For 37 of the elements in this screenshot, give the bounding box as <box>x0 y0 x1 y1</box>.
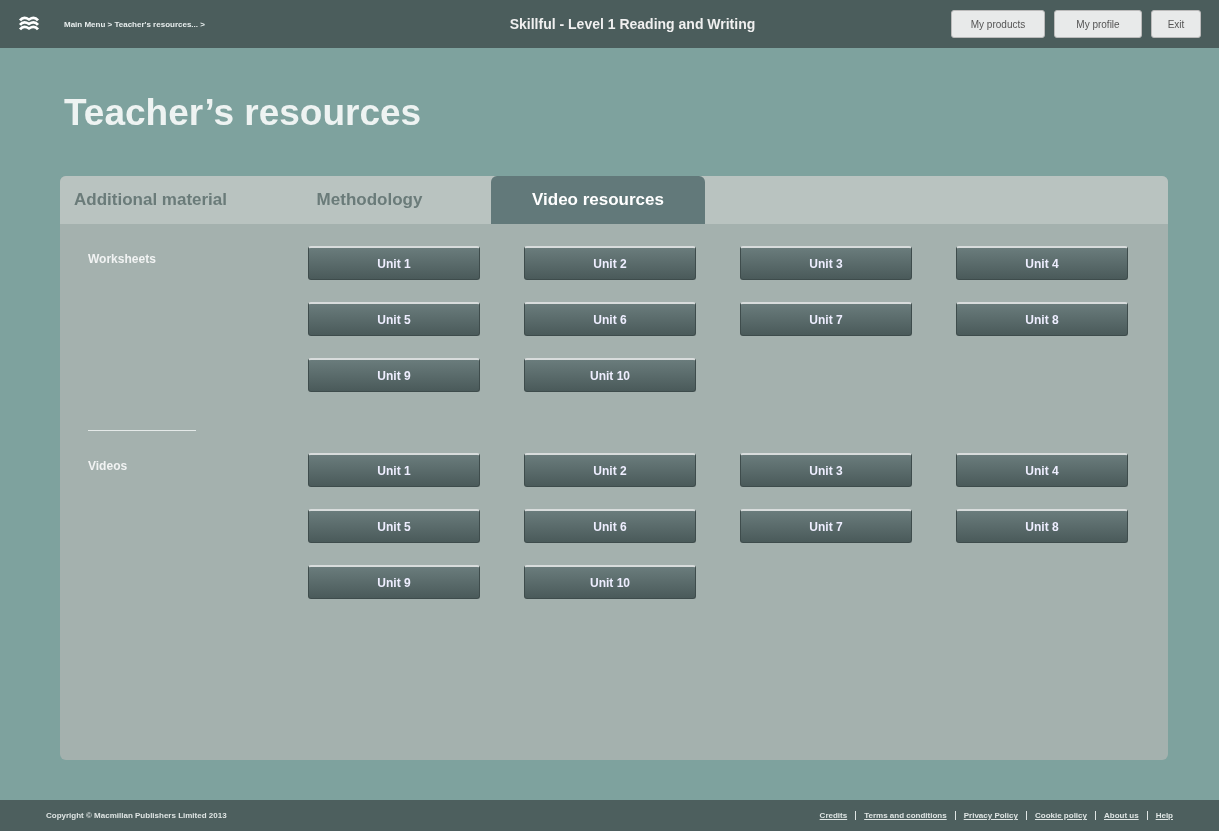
unit-button[interactable]: Unit 1 <box>308 246 480 280</box>
section-label: Videos <box>88 458 129 473</box>
unit-button[interactable]: Unit 9 <box>308 358 480 392</box>
tab[interactable]: Video resources <box>491 176 705 224</box>
footer-link[interactable]: Credits <box>819 811 848 820</box>
product-title: Skillful - Level 1 Reading and Writing <box>509 16 756 32</box>
unit-button[interactable]: Unit 7 <box>740 509 912 543</box>
unit-button[interactable]: Unit 5 <box>308 302 480 336</box>
footer-link[interactable]: About us <box>1104 811 1139 820</box>
unit-button[interactable]: Unit 3 <box>740 246 912 280</box>
section-label: Worksheets <box>88 251 157 266</box>
unit-button[interactable]: Unit 8 <box>956 302 1128 336</box>
unit-button[interactable]: Unit 2 <box>524 246 696 280</box>
unit-button[interactable]: Unit 10 <box>524 358 696 392</box>
unit-button[interactable]: Unit 7 <box>740 302 912 336</box>
unit-button[interactable]: Unit 10 <box>524 565 696 599</box>
waves-logo-icon <box>18 15 40 33</box>
copyright-text: Copyright © Macmillan Publishers Limited 2013 <box>46 811 227 820</box>
header-button[interactable]: My profile <box>1054 10 1142 38</box>
footer-link[interactable]: Terms and conditions <box>864 811 947 820</box>
header-button[interactable]: My products <box>951 10 1045 38</box>
unit-button[interactable]: Unit 6 <box>524 302 696 336</box>
unit-button[interactable]: Unit 4 <box>956 246 1128 280</box>
unit-button[interactable]: Unit 9 <box>308 565 480 599</box>
header-button[interactable]: Exit <box>1151 10 1201 38</box>
footer-link[interactable]: Privacy Policy <box>963 811 1018 820</box>
footer-link[interactable]: Help <box>1155 811 1173 820</box>
unit-button[interactable]: Unit 8 <box>956 509 1128 543</box>
unit-button[interactable]: Unit 1 <box>308 453 480 487</box>
breadcrumb[interactable]: Main Menu > Teacher's resources... > <box>64 19 205 29</box>
page-title: Teacher’s resources <box>64 92 423 135</box>
footer-link[interactable]: Cookie policy <box>1034 811 1087 820</box>
unit-button[interactable]: Unit 5 <box>308 509 480 543</box>
unit-button[interactable]: Unit 2 <box>524 453 696 487</box>
unit-button[interactable]: Unit 3 <box>740 453 912 487</box>
unit-button[interactable]: Unit 4 <box>956 453 1128 487</box>
unit-button[interactable]: Unit 6 <box>524 509 696 543</box>
